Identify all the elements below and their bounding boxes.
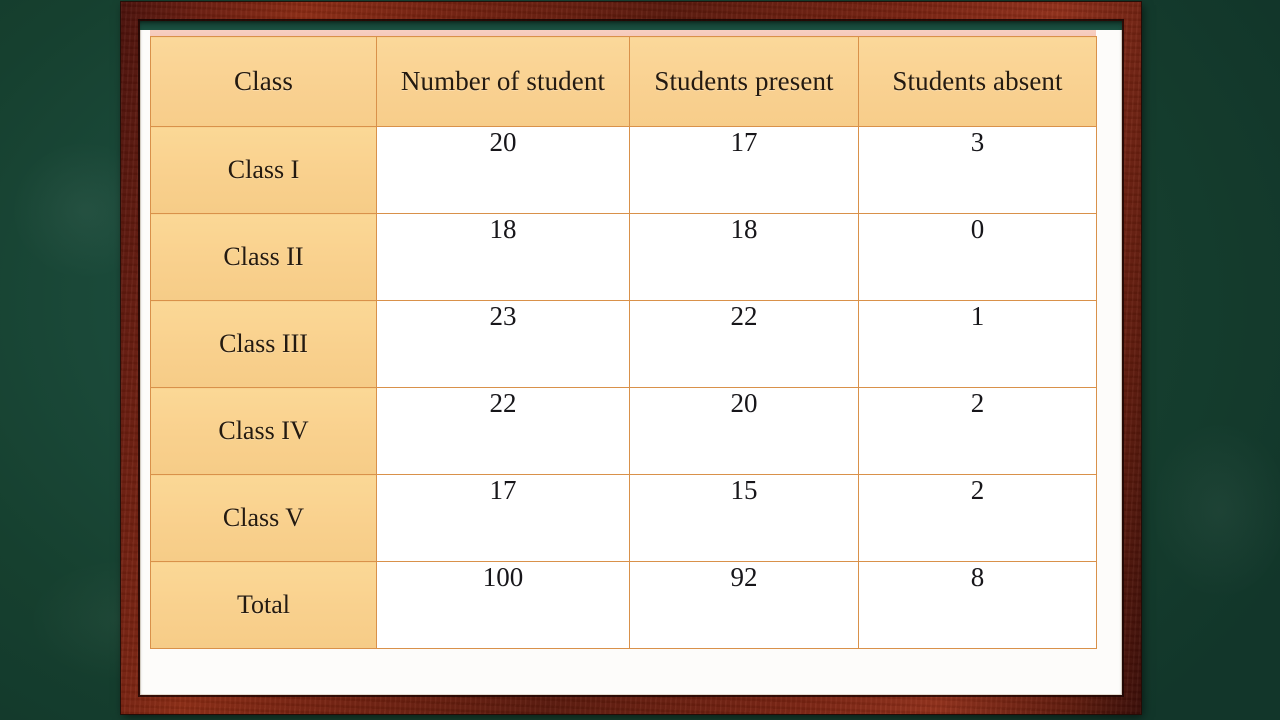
- chalk-smudge-decoration: [1150, 420, 1280, 600]
- attendance-table: Class Number of student Students present…: [150, 36, 1097, 649]
- cell-absent: 2: [858, 387, 1097, 475]
- cell-present: 20: [629, 387, 859, 475]
- table-row: Class III 23 22 1: [150, 300, 1097, 388]
- cell-class-label: Class I: [150, 126, 377, 214]
- cell-absent: 1: [858, 300, 1097, 388]
- table-header-row: Class Number of student Students present…: [150, 36, 1097, 127]
- cell-class-label: Class IV: [150, 387, 377, 475]
- cell-number: 20: [376, 126, 630, 214]
- cell-number: 22: [376, 387, 630, 475]
- cell-total-present: 92: [629, 561, 859, 649]
- table-row: Class V 17 15 2: [150, 474, 1097, 562]
- cell-number: 18: [376, 213, 630, 301]
- table-row: Class I 20 17 3: [150, 126, 1097, 214]
- chalkboard-background: Class Number of student Students present…: [0, 0, 1280, 720]
- wooden-picture-frame: Class Number of student Students present…: [121, 2, 1141, 714]
- cell-absent: 0: [858, 213, 1097, 301]
- cell-total-label: Total: [150, 561, 377, 649]
- column-header-number-of-student: Number of student: [376, 36, 630, 127]
- attendance-table-container: Class Number of student Students present…: [150, 30, 1097, 649]
- cell-class-label: Class V: [150, 474, 377, 562]
- cell-total-number: 100: [376, 561, 630, 649]
- board-sliver: [140, 21, 1122, 30]
- cell-present: 17: [629, 126, 859, 214]
- table-row: Class IV 22 20 2: [150, 387, 1097, 475]
- table-row: Class II 18 18 0: [150, 213, 1097, 301]
- column-header-students-present: Students present: [629, 36, 859, 127]
- cell-present: 18: [629, 213, 859, 301]
- cell-present: 22: [629, 300, 859, 388]
- cell-present: 15: [629, 474, 859, 562]
- cell-absent: 2: [858, 474, 1097, 562]
- column-header-students-absent: Students absent: [858, 36, 1097, 127]
- cell-absent: 3: [858, 126, 1097, 214]
- cell-class-label: Class III: [150, 300, 377, 388]
- table-row-total: Total 100 92 8: [150, 561, 1097, 649]
- cell-number: 23: [376, 300, 630, 388]
- column-header-class: Class: [150, 36, 377, 127]
- cell-total-absent: 8: [858, 561, 1097, 649]
- cell-number: 17: [376, 474, 630, 562]
- white-mat-board: Class Number of student Students present…: [140, 21, 1122, 695]
- cell-class-label: Class II: [150, 213, 377, 301]
